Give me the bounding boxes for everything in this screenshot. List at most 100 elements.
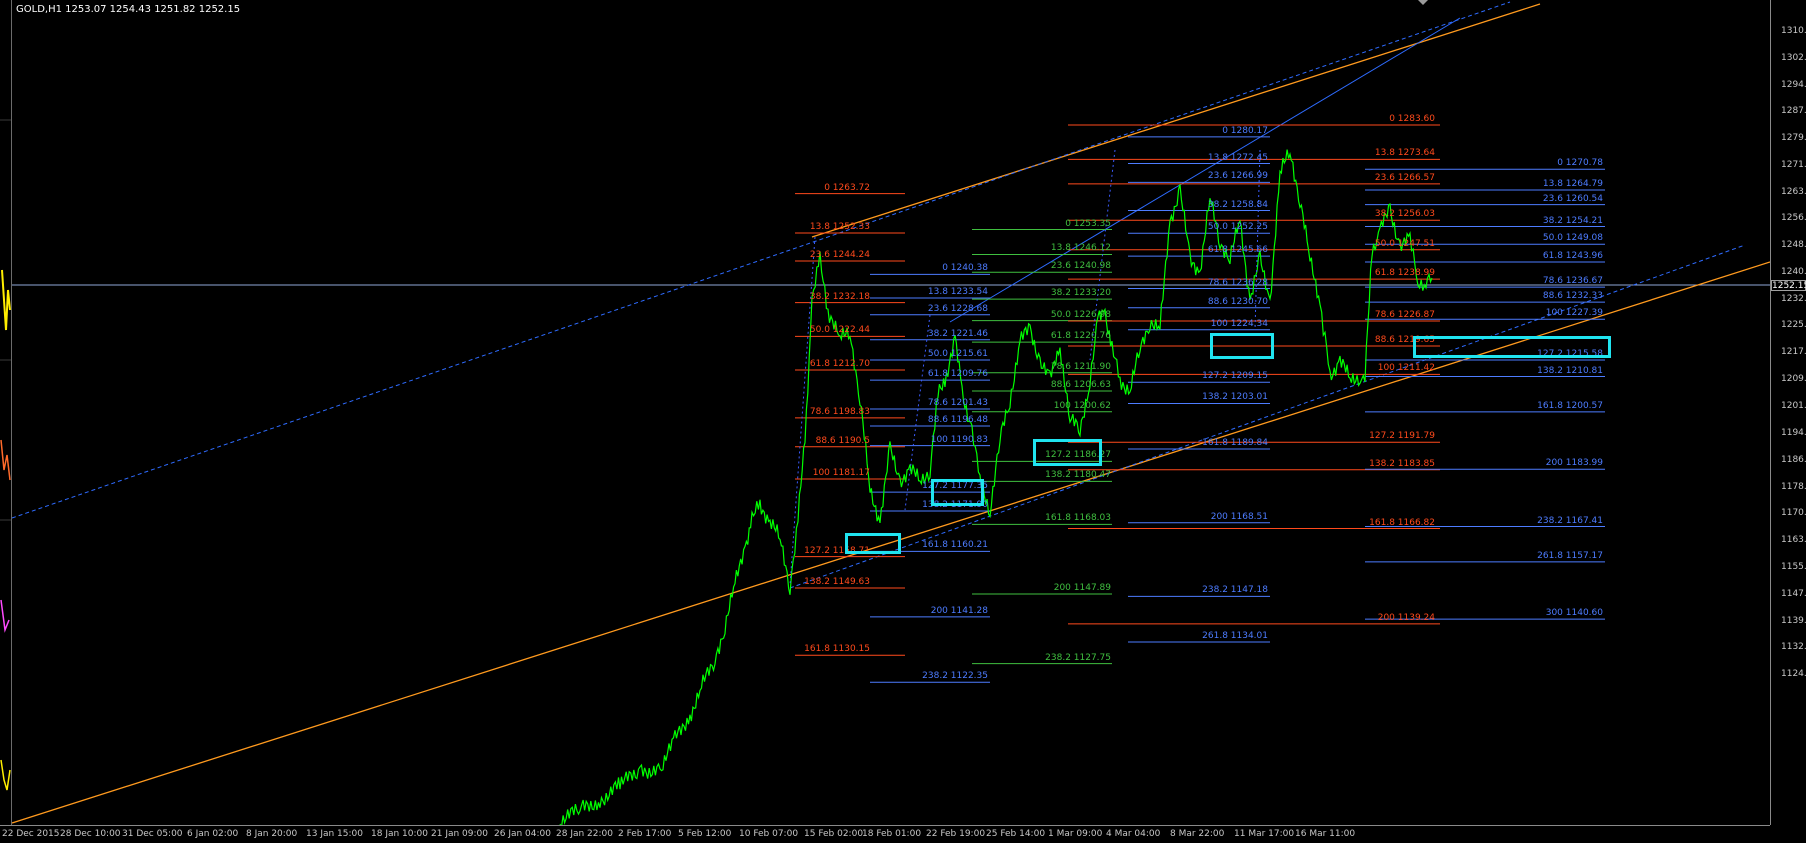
fib-level-label: 38.2 1256.03 — [1374, 209, 1435, 220]
highlight-box-786-a[interactable] — [931, 479, 984, 506]
fibonacci-levels-group — [795, 124, 1605, 683]
time-axis-tick: 10 Feb 07:00 — [739, 829, 799, 839]
time-axis-tick: 28 Dec 10:00 — [60, 829, 121, 839]
fib-level-label: 0 1263.72 — [824, 182, 870, 193]
price-axis-tick: 1302.7 — [1781, 52, 1806, 63]
time-axis-tick: 15 Feb 02:00 — [804, 829, 864, 839]
time-axis[interactable]: 22 Dec 2015 28 Dec 10:00 31 Dec 05:00 6 Jan… — [0, 825, 1770, 843]
fib-level-label: 61.8 1238.99 — [1374, 268, 1435, 279]
time-axis-tick: 22 Dec 2015 — [2, 829, 60, 839]
fib-level-label: 23.6 1260.54 — [1542, 193, 1603, 204]
fib-level-label: 23.6 1266.57 — [1374, 172, 1435, 183]
fib-level-label: 0 1253.35 — [1065, 218, 1111, 229]
fib-level-label: 61.8 1245.66 — [1207, 245, 1268, 256]
fib-level-label: 38.2 1254.21 — [1542, 215, 1603, 226]
price-axis-tick: 1155.5 — [1781, 561, 1806, 572]
chart-shift-marker-icon[interactable] — [1418, 0, 1428, 5]
fib-level-label: 238.2 1122.35 — [922, 671, 988, 682]
fib-level-label: 161.8 1166.82 — [1369, 517, 1435, 528]
fib-level-label: 88.6 1190.5 — [815, 435, 870, 446]
fib-level-label: 100 1190.83 — [930, 434, 988, 445]
time-axis-tick: 5 Feb 12:00 — [678, 829, 732, 839]
fib-level-label: 0 1270.78 — [1557, 158, 1603, 169]
fib-level-label: 78.6 1198.83 — [809, 406, 870, 417]
time-axis-tick: 31 Dec 05:00 — [122, 829, 183, 839]
fib-level-label: 13.8 1233.54 — [927, 286, 988, 297]
fib-level-label: 0 1283.60 — [1389, 113, 1435, 124]
fib-level-label: 200 1139.24 — [1377, 612, 1435, 623]
fib-level-label: 78.6 1211.90 — [1050, 361, 1111, 372]
price-axis-tick: 1163.3 — [1781, 534, 1806, 545]
price-series-line — [559, 149, 1433, 825]
fib-level-label: 138.2 1180.47 — [1045, 470, 1111, 481]
fib-level-label: 138.2 1210.81 — [1537, 365, 1603, 376]
highlight-box-786-d[interactable] — [1413, 336, 1611, 358]
price-axis-tick: 1201.9 — [1781, 401, 1806, 412]
fib-level-label: 127.2 1191.79 — [1369, 431, 1435, 442]
fib-level-label: 0 1240.38 — [942, 263, 988, 274]
price-axis-tick: 1147.7 — [1781, 588, 1806, 599]
price-axis-tick: 1139.9 — [1781, 615, 1806, 626]
highlight-box-886[interactable] — [845, 533, 901, 554]
current-price-tag: 1252.15 — [1771, 280, 1806, 291]
fib-level-label: 100 1227.39 — [1545, 308, 1603, 319]
price-axis-tick: 1287.3 — [1781, 106, 1806, 117]
price-axis[interactable]: 1310.5 1302.7 1294.9 1287.3 1279.5 1271.7 1263… — [1770, 0, 1806, 825]
fib-level-label: 238.2 1147.18 — [1202, 585, 1268, 596]
fib-level-label: 23.6 1240.98 — [1050, 261, 1111, 272]
time-axis-tick: 8 Jan 20:00 — [246, 829, 298, 839]
fib-level-label: 78.6 1236.28 — [1207, 277, 1268, 288]
fib-level-label: 50.0 1252.25 — [1207, 222, 1268, 233]
fib-level-label: 138.2 1149.63 — [804, 576, 870, 587]
fib-level-label: 88.6 1196.48 — [927, 415, 988, 426]
time-axis-tick: 21 Jan 09:00 — [431, 829, 488, 839]
price-axis-tick: 1209.7 — [1781, 374, 1806, 385]
trendline-dashed-upper[interactable] — [11, 1, 1511, 519]
price-axis-tick: 1186.5 — [1781, 454, 1806, 465]
fib-level-label: 161.8 1200.57 — [1537, 400, 1603, 411]
fib-level-label: 88.6 1232.33 — [1542, 291, 1603, 302]
fib-level-label: 300 1140.60 — [1545, 608, 1603, 619]
price-axis-tick: 1194.3 — [1781, 427, 1806, 438]
time-axis-tick: 2 Feb 17:00 — [618, 829, 672, 839]
fib-level-label: 13.8 1264.79 — [1542, 178, 1603, 189]
price-axis-tick: 1256.3 — [1781, 213, 1806, 224]
fib-level-label: 50.0 1226.98 — [1050, 309, 1111, 320]
price-chart-canvas[interactable] — [0, 0, 1770, 825]
fib-level-label: 261.8 1157.17 — [1537, 550, 1603, 561]
fib-level-label: 78.6 1236.67 — [1542, 276, 1603, 287]
fib-level-label: 100 1200.62 — [1053, 400, 1111, 411]
chart-window[interactable]: 0 1263.72 13.8 1252.33 23.6 1244.24 38.2 12… — [0, 0, 1806, 843]
fib-level-label: 61.8 1212.70 — [809, 358, 870, 369]
highlight-box-786-b[interactable] — [1033, 439, 1102, 466]
time-axis-tick: 16 Mar 11:00 — [1295, 829, 1356, 839]
fib-level-label: 200 1147.89 — [1053, 582, 1111, 593]
fib-level-label: 50.0 1249.08 — [1542, 233, 1603, 244]
price-axis-tick: 1217.5 — [1781, 347, 1806, 358]
fib-level-label: 138.2 1203.01 — [1202, 392, 1268, 403]
price-axis-tick: 1294.9 — [1781, 79, 1806, 90]
fib-level-label: 38.2 1232.18 — [809, 291, 870, 302]
fib-level-label: 0 1280.17 — [1222, 125, 1268, 136]
fib-level-label: 23.6 1266.99 — [1207, 171, 1268, 182]
fib-level-label: 13.8 1272.45 — [1207, 152, 1268, 163]
time-axis-tick: 13 Jan 15:00 — [306, 829, 363, 839]
fib-level-label: 13.8 1252.33 — [809, 222, 870, 233]
fib-level-label: 100 1224.34 — [1210, 318, 1268, 329]
fib-level-label: 61.8 1220.76 — [1050, 331, 1111, 342]
fib-level-label: 127.2 1209.15 — [1202, 371, 1268, 382]
fib-level-label: 23.6 1228.68 — [927, 303, 988, 314]
fib-level-label: 200 1141.28 — [930, 605, 988, 616]
fib-level-label: 78.6 1226.87 — [1374, 310, 1435, 321]
highlight-box-786-c[interactable] — [1210, 333, 1274, 359]
time-axis-tick: 11 Mar 17:00 — [1234, 829, 1295, 839]
time-axis-tick: 1 Mar 09:00 — [1048, 829, 1103, 839]
fib-level-label: 100 1181.17 — [812, 467, 870, 478]
fib-level-label: 261.8 1134.01 — [1202, 630, 1268, 641]
time-axis-tick: 28 Jan 22:00 — [556, 829, 613, 839]
price-axis-tick: 1124.5 — [1781, 668, 1806, 679]
fib-level-label: 161.8 1160.21 — [922, 540, 988, 551]
price-axis-tick: 1263.9 — [1781, 187, 1806, 198]
price-axis-tick: 1271.7 — [1781, 160, 1806, 171]
fib-level-label: 161.8 1130.15 — [804, 644, 870, 655]
